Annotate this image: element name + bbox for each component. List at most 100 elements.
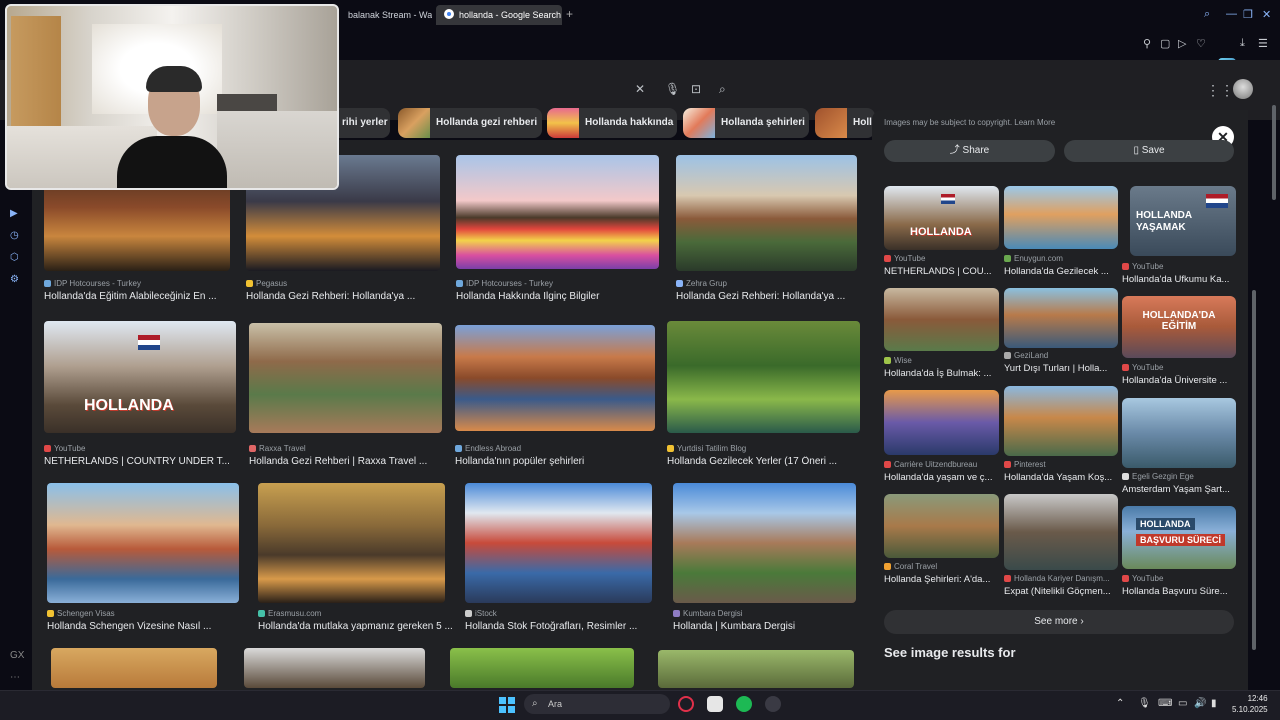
history-icon[interactable]: ◷ xyxy=(10,230,19,241)
panel-item[interactable]: GeziLand Yurt Dışı Turları | Holla... xyxy=(1004,288,1118,380)
share-label: Share xyxy=(962,145,990,156)
more-icon[interactable]: ⋯ xyxy=(10,672,20,683)
tab-google-search[interactable]: hollanda - Google Search xyxy=(436,5,562,25)
result-source: Yurtdisi Tatilim Blog xyxy=(667,444,746,453)
mic-icon[interactable]: 🎙 xyxy=(1138,698,1151,709)
panel-thumbnail xyxy=(1004,494,1118,570)
taskbar-search[interactable]: ⌕ Ara xyxy=(524,694,670,714)
result-card[interactable] xyxy=(244,648,425,688)
chip-rihi-yerler[interactable]: rihi yerler xyxy=(330,108,390,138)
new-tab-button[interactable]: + xyxy=(566,7,573,21)
panel-scrollbar[interactable] xyxy=(1252,290,1256,650)
panel-thumbnail: HOLLANDA BAŞVURU SÜRECİ xyxy=(1122,506,1236,569)
panel-item[interactable]: Enuygun.com Hollanda'da Gezilecek ... xyxy=(1004,186,1118,278)
result-source: Schengen Visas xyxy=(47,609,115,618)
chevron-right-icon: › xyxy=(1080,616,1084,627)
panel-item[interactable]: Pinterest Hollanda'da Yaşam Koş... xyxy=(1004,386,1118,483)
settings-icon[interactable]: ⚙ xyxy=(10,274,19,285)
keyboard-icon[interactable]: ⌨ xyxy=(1158,698,1172,709)
tabs-icon[interactable]: ▢ xyxy=(1160,37,1170,50)
result-card[interactable]: HOLLANDA YouTube NETHERLANDS | COUNTRY U… xyxy=(44,321,236,471)
panel-item[interactable]: Hollanda Kariyer Danışm... Expat (Niteli… xyxy=(1004,494,1118,598)
result-card[interactable]: Kumbara Dergisi Hollanda | Kumbara Dergi… xyxy=(673,483,856,633)
result-card[interactable]: Erasmusu.com Hollanda'da mutlaka yapmanı… xyxy=(258,483,453,633)
panel-item[interactable]: Egeli Gezgin Ege Amsterdam Yaşam Şart... xyxy=(1122,398,1237,496)
search-tabs-icon[interactable]: ⌕ xyxy=(1204,8,1210,21)
play-icon[interactable]: ▷ xyxy=(1178,37,1186,50)
panel-item[interactable]: HOLLANDA YAŞAMAK YouTube Hollanda'da Ufku… xyxy=(1122,186,1237,286)
battery-icon[interactable]: ▮ xyxy=(1211,698,1217,709)
chip-sehirleri[interactable]: Hollanda şehirleri xyxy=(683,108,809,138)
panel-source: YouTube xyxy=(1122,363,1163,372)
share-button[interactable]: ⤴ Share xyxy=(884,140,1055,162)
panel-item[interactable]: Carrière Uitzendbureau Hollanda'da yaşam… xyxy=(884,390,999,484)
result-card[interactable] xyxy=(658,650,854,688)
result-source: iStock xyxy=(465,609,497,618)
result-card[interactable] xyxy=(450,648,634,688)
panel-source: Carrière Uitzendbureau xyxy=(884,460,977,469)
result-thumbnail xyxy=(676,155,857,271)
panel-item[interactable]: Coral Travel Hollanda Şehirleri: A'da... xyxy=(884,494,999,586)
tab-label: hollanda - Google Search xyxy=(459,10,562,20)
mic-icon[interactable]: 🎙 xyxy=(665,82,680,96)
save-button[interactable]: ▯ Save xyxy=(1064,140,1234,162)
result-card[interactable]: Zehra Grup Hollanda Gezi Rehberi: Hollan… xyxy=(676,155,857,305)
see-more-button[interactable]: See more › xyxy=(884,610,1234,634)
download-icon[interactable]: ⤓ xyxy=(1240,37,1245,50)
search-icon[interactable]: ⌕ xyxy=(719,82,726,97)
pin-icon[interactable]: ⚲ xyxy=(1143,37,1151,50)
lens-icon[interactable]: ⊡ xyxy=(691,82,701,96)
panel-item[interactable]: HOLLANDA BAŞVURU SÜRECİ YouTube Hollanda … xyxy=(1122,506,1237,598)
result-thumbnail xyxy=(658,650,854,688)
result-card[interactable]: Schengen Visas Hollanda Schengen Vizesin… xyxy=(47,483,239,633)
store-icon[interactable] xyxy=(707,696,723,712)
chip-holl[interactable]: Holl xyxy=(815,108,875,138)
panel-item[interactable]: HOLLANDA'DA EĞİTİM YouTube Hollanda'da Ü… xyxy=(1122,296,1237,388)
clock-date: 5.10.2025 xyxy=(1232,705,1268,714)
minimize-icon[interactable]: — xyxy=(1226,8,1237,20)
panel-item[interactable]: Wise Hollanda'da İş Bulmak: ... xyxy=(884,288,999,380)
restore-icon[interactable]: ❐ xyxy=(1243,8,1253,21)
account-avatar[interactable] xyxy=(1233,79,1253,99)
result-card[interactable]: IDP Hotcourses - Turkey Hollanda Hakkınd… xyxy=(456,155,659,305)
result-card[interactable]: iStock Hollanda Stok Fotoğrafları, Resim… xyxy=(465,483,652,633)
chip-hakkinda[interactable]: Hollanda hakkında xyxy=(547,108,677,138)
clear-icon[interactable]: ✕ xyxy=(635,82,645,96)
chip-thumb xyxy=(815,108,847,138)
close-window-icon[interactable]: ✕ xyxy=(1262,8,1271,21)
result-title: Hollanda'da mutlaka yapmanız gereken 5 .… xyxy=(258,621,453,632)
display-icon[interactable]: ▭ xyxy=(1178,698,1187,709)
search-input[interactable] xyxy=(342,78,742,100)
result-source: Raxxa Travel xyxy=(249,444,306,453)
chip-thumb xyxy=(398,108,430,138)
tab-stream[interactable]: balanak Stream - Wat xyxy=(340,5,432,25)
panel-source: Hollanda Kariyer Danışm... xyxy=(1004,574,1110,583)
panel-title: Hollanda'da Ufkumu Ka... xyxy=(1122,274,1230,285)
result-card[interactable] xyxy=(51,648,217,688)
apps-grid-icon[interactable]: ⋮⋮ xyxy=(1206,82,1234,99)
result-card[interactable]: Yurtdisi Tatilim Blog Hollanda Gezilecek… xyxy=(667,321,860,471)
windows-start-icon[interactable] xyxy=(499,697,515,713)
extension-icon[interactable]: ⬡ xyxy=(10,252,19,263)
opera-gx-icon[interactable] xyxy=(678,696,694,712)
steam-icon[interactable] xyxy=(765,696,781,712)
system-clock[interactable]: 12:46 5.10.2025 xyxy=(1232,693,1268,715)
chevron-up-icon[interactable]: ⌃ xyxy=(1116,698,1124,709)
panel-item[interactable]: HOLLANDA YouTube NETHERLANDS | COU... xyxy=(884,186,999,278)
page-scrollbar[interactable] xyxy=(1272,105,1276,200)
google-icon xyxy=(444,9,454,19)
result-card[interactable]: Endless Abroad Hollanda'nın popüler şehi… xyxy=(455,325,655,475)
chip-gezi-rehberi[interactable]: Hollanda gezi rehberi xyxy=(398,108,542,138)
gx-icon[interactable]: GX xyxy=(10,650,24,661)
spotify-icon[interactable] xyxy=(736,696,752,712)
panel-thumbnail xyxy=(884,390,999,455)
result-title: NETHERLANDS | COUNTRY UNDER T... xyxy=(44,456,230,467)
result-thumbnail xyxy=(47,483,239,603)
result-card[interactable]: Raxxa Travel Hollanda Gezi Rehberi | Rax… xyxy=(249,323,442,473)
volume-icon[interactable]: 🔊 xyxy=(1194,698,1206,709)
menu-icon[interactable]: ☰ xyxy=(1258,37,1268,50)
netherlands-flag-icon xyxy=(1206,194,1228,208)
heart-icon[interactable]: ♡ xyxy=(1196,37,1206,50)
play-icon[interactable]: ▶ xyxy=(10,208,18,219)
panel-title: Hollanda'da Gezilecek ... xyxy=(1004,266,1109,277)
